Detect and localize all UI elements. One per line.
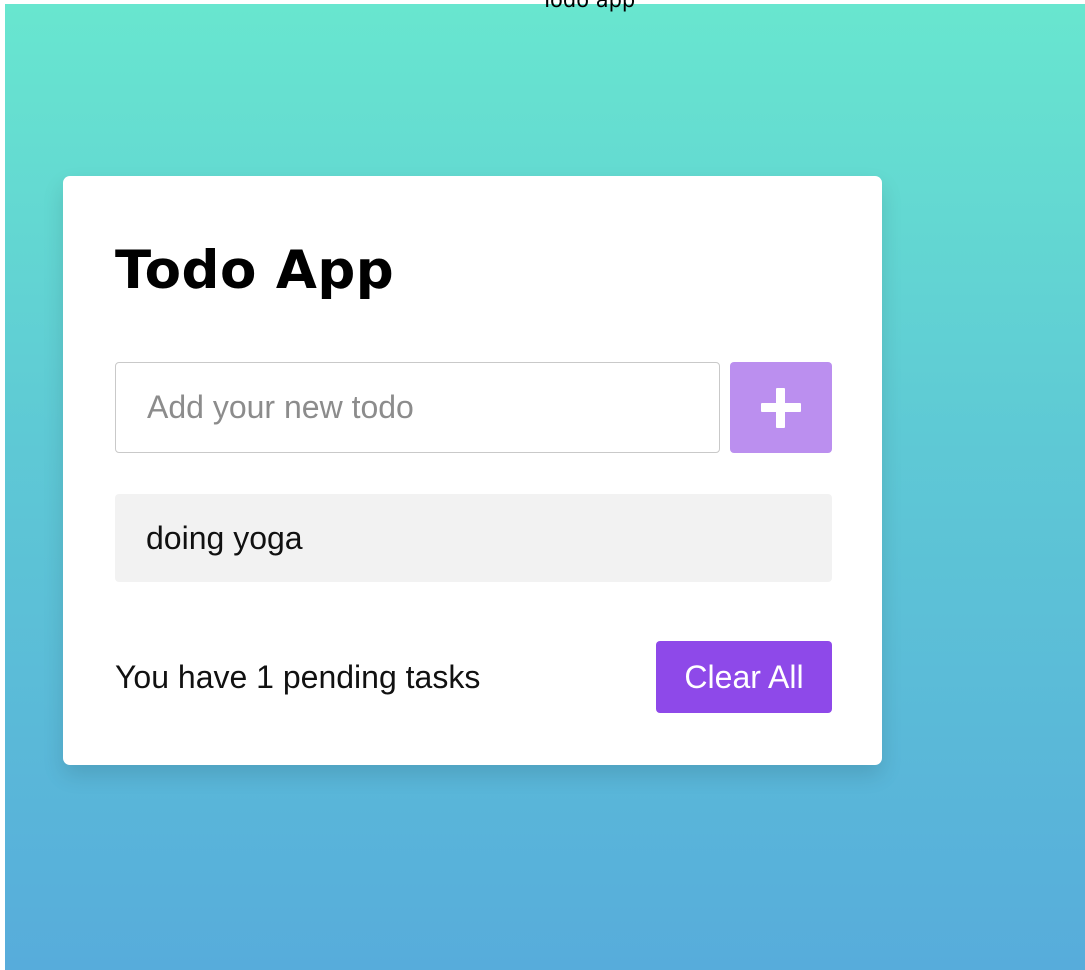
todo-card: Todo App doing yoga You have 1 pending t… (63, 176, 882, 765)
add-todo-button[interactable] (730, 362, 832, 453)
app-title: Todo App (115, 240, 395, 301)
clear-all-button[interactable]: Clear All (656, 641, 832, 713)
todo-item[interactable]: doing yoga (115, 494, 832, 582)
app-background: Todo App doing yoga You have 1 pending t… (5, 4, 1085, 970)
plus-icon (761, 388, 801, 428)
todo-list: doing yoga (115, 494, 832, 582)
card-footer: You have 1 pending tasks Clear All (115, 641, 832, 713)
todo-input[interactable] (115, 362, 720, 453)
add-todo-row (115, 362, 832, 453)
document-title: Todo app (540, 0, 636, 12)
pending-count-text: You have 1 pending tasks (115, 659, 481, 695)
